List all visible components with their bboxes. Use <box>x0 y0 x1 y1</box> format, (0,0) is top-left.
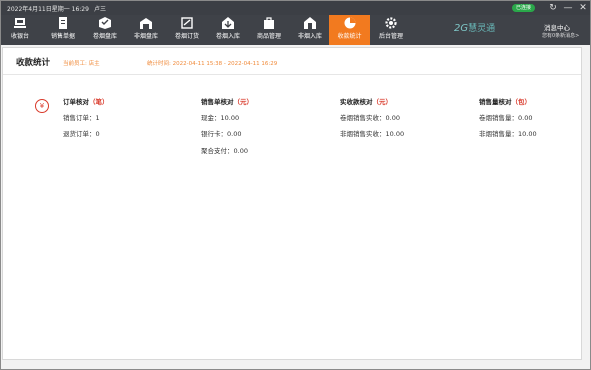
nav-item-cigarette-stock-in[interactable]: 卷烟入库 <box>209 15 247 45</box>
stock-in-icon <box>222 17 234 29</box>
nav-item-goods-management[interactable]: 商品管理 <box>250 15 288 45</box>
inventory-box-icon <box>99 17 111 29</box>
volume-cigarette-value: 卷烟销售量：0.00 <box>479 114 533 122</box>
sales-aggregate-pay-value: 聚合支付：0.00 <box>201 147 248 155</box>
receipt-icon <box>59 17 67 29</box>
nav-item-cigarette-inventory[interactable]: 卷烟盘库 <box>86 15 124 45</box>
main-nav: 收银台 销售单据 卷烟盘库 非烟盘库 卷烟订货 卷烟入库 商品管理 非烟入库 收… <box>1 15 590 45</box>
yen-icon: ¥ <box>35 99 49 113</box>
nav-item-admin[interactable]: 后台管理 <box>373 15 409 45</box>
goods-bag-icon <box>264 17 274 29</box>
brand-logo: 2G慧灵通 <box>454 23 496 34</box>
user-name: 卢三 <box>94 6 107 13</box>
nav-item-non-cigarette-inventory[interactable]: 非烟盘库 <box>127 15 165 45</box>
orders-returns-value: 退货订单：0 <box>63 130 100 138</box>
gear-icon <box>385 17 397 29</box>
pie-chart-icon <box>344 17 355 29</box>
message-center-title[interactable]: 消息中心 <box>544 22 570 32</box>
sales-section-title: 销售单核对（元） <box>201 98 253 106</box>
nav-item-cigarette-order[interactable]: 卷烟订货 <box>168 15 206 45</box>
title-bar: 2022年4月11日星期一 16:29 卢三 已连接 ↻ — ✕ <box>1 1 590 15</box>
close-icon[interactable]: ✕ <box>577 2 589 14</box>
volume-non-cigarette-value: 非烟销售量：10.00 <box>479 130 537 138</box>
nav-item-payment-stats[interactable]: 收款统计 <box>329 15 370 45</box>
order-icon <box>181 17 193 29</box>
orders-sales-value: 销售订单：1 <box>63 114 100 122</box>
minimize-icon[interactable]: — <box>562 2 574 14</box>
current-cashier: 当前员工: 店主 <box>63 61 100 67</box>
stock-in-other-icon <box>304 17 316 29</box>
volume-section-title: 销售量核对（包） <box>479 98 531 106</box>
cash-register-icon <box>14 18 26 28</box>
refresh-icon[interactable]: ↻ <box>547 2 559 14</box>
connection-status-badge: 已连接 <box>512 4 535 12</box>
page-title: 收款统计 <box>16 58 51 68</box>
nav-item-non-cigarette-stock-in[interactable]: 非烟入库 <box>291 15 329 45</box>
received-section-title: 实收款核对（元） <box>340 98 392 106</box>
panel-header: 收款统计 当前员工: 店主 统计时间: 2022-04-11 15:38 - 2… <box>3 48 581 75</box>
sales-bankcard-value: 银行卡：0.00 <box>201 130 242 138</box>
orders-section-title: 订单核对（笔） <box>63 98 109 106</box>
received-non-cigarette-value: 非烟销售实收：10.00 <box>340 130 405 138</box>
stats-period: 统计时间: 2022-04-11 15:38 - 2022-04-11 16:2… <box>147 61 278 67</box>
nav-item-cashier[interactable]: 收银台 <box>4 15 36 45</box>
content-panel: 收款统计 当前员工: 店主 统计时间: 2022-04-11 15:38 - 2… <box>2 47 582 360</box>
new-messages-link[interactable]: 您有0条新消息> <box>542 32 579 39</box>
datetime-label: 2022年4月11日星期一 16:29 <box>7 6 89 13</box>
warehouse-icon <box>140 18 152 29</box>
sales-cash-value: 现金：10.00 <box>201 114 240 122</box>
received-cigarette-value: 卷烟销售实收：0.00 <box>340 114 400 122</box>
nav-item-sales-docs[interactable]: 销售单据 <box>44 15 82 45</box>
app-window: 2022年4月11日星期一 16:29 卢三 已连接 ↻ — ✕ 收银台 销售单… <box>0 0 591 370</box>
